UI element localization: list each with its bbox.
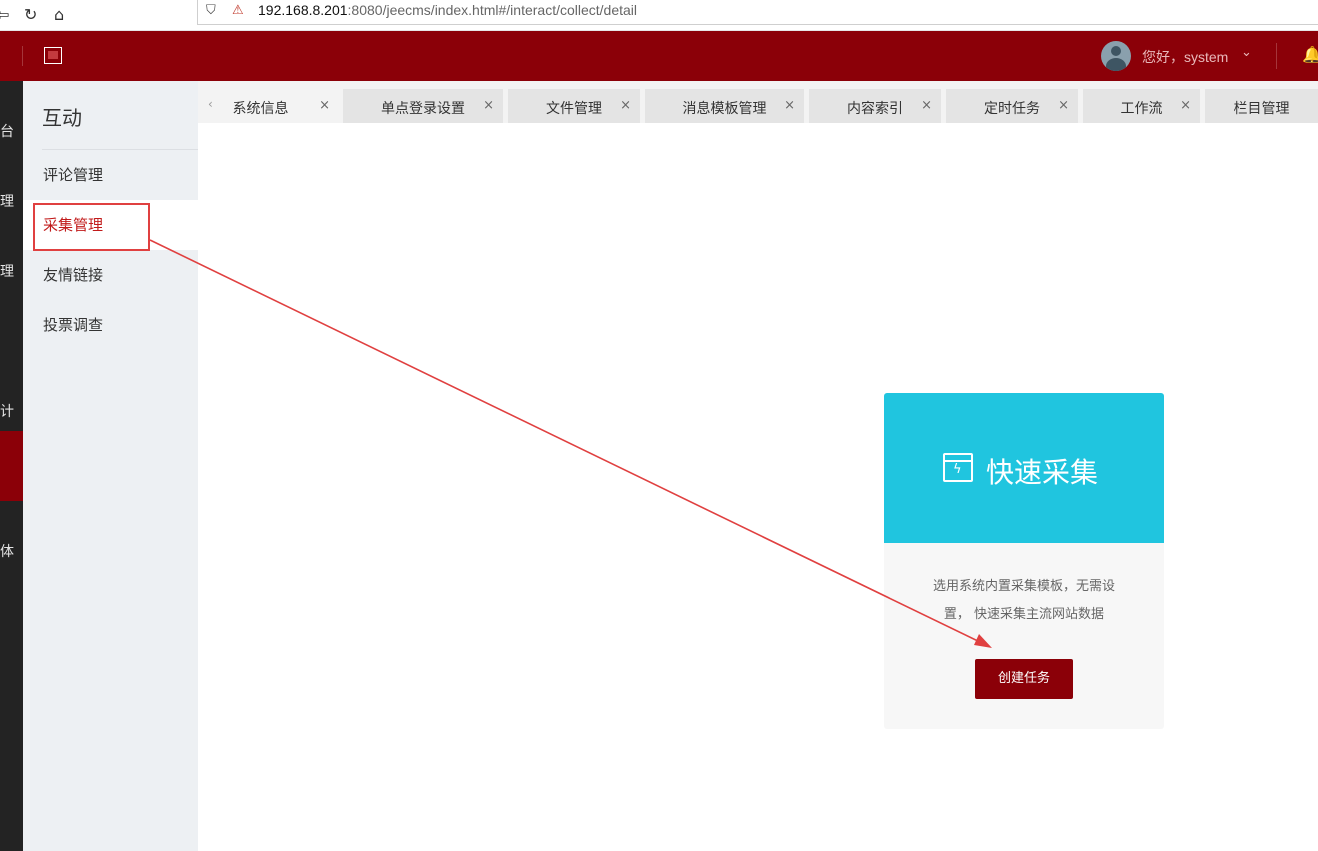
- tab-label: 单点登录设置: [381, 101, 465, 117]
- close-icon[interactable]: ×: [620, 98, 631, 113]
- reload-icon[interactable]: ↻: [24, 6, 37, 24]
- tab-system-info[interactable]: 系统信息 ×: [226, 89, 339, 123]
- quick-collect-icon: ϟ: [943, 453, 973, 482]
- home-icon[interactable]: ⌂: [54, 6, 64, 24]
- main-nav-item-active[interactable]: [0, 431, 23, 501]
- url-host: 192.168.8.201: [258, 2, 348, 18]
- header-divider: [22, 46, 23, 66]
- tab-label: 系统信息: [232, 101, 289, 117]
- url-text[interactable]: 192.168.8.201:8080/jeecms/index.html#/in…: [258, 2, 637, 18]
- tab-column-manage[interactable]: 栏目管理: [1205, 89, 1318, 123]
- close-icon[interactable]: ×: [1058, 98, 1069, 113]
- main-nav-item-2[interactable]: 理: [0, 191, 23, 211]
- tab-message-template[interactable]: 消息模板管理 ×: [645, 89, 804, 123]
- bell-icon[interactable]: 🔔: [1302, 45, 1318, 64]
- quick-collect-card: ϟ 快速采集 选用系统内置采集模板，无需设 置， 快速采集主流网站数据 创建任务: [884, 393, 1164, 729]
- card-title: 快速采集: [986, 456, 1099, 489]
- main-nav-item-4[interactable]: 计: [0, 401, 23, 421]
- browser-toolbar: ⇦ ↻ ⌂ ⛉ ⚠ 192.168.8.201:8080/jeecms/inde…: [0, 0, 1318, 31]
- header-divider-right: [1276, 43, 1277, 69]
- card-description: 选用系统内置采集模板，无需设 置， 快速采集主流网站数据: [918, 573, 1130, 629]
- sub-sidebar-title: 互动: [42, 106, 82, 130]
- sidebar-item-comments[interactable]: 评论管理: [23, 150, 198, 200]
- close-icon[interactable]: ×: [921, 98, 932, 113]
- tab-file-manage[interactable]: 文件管理 ×: [508, 89, 640, 123]
- close-icon[interactable]: ×: [784, 98, 795, 113]
- main-nav-item-3[interactable]: 理: [0, 261, 23, 281]
- card-desc-line2: 置， 快速采集主流网站数据: [943, 607, 1105, 622]
- back-icon[interactable]: ⇦: [0, 6, 9, 24]
- close-icon[interactable]: ×: [483, 98, 494, 113]
- main-nav-collapsed: 台 理 理 计 体: [0, 81, 23, 851]
- url-path: :8080/jeecms/index.html#/interact/collec…: [347, 2, 638, 18]
- sidebar-item-vote[interactable]: 投票调查: [23, 300, 198, 350]
- card-desc-line1: 选用系统内置采集模板，无需设: [932, 579, 1115, 594]
- sidebar-item-links[interactable]: 友情链接: [23, 250, 198, 300]
- close-icon[interactable]: ×: [319, 98, 330, 113]
- tab-workflow[interactable]: 工作流 ×: [1083, 89, 1200, 123]
- tab-label: 栏目管理: [1233, 101, 1290, 117]
- create-task-button[interactable]: 创建任务: [975, 659, 1073, 699]
- annotation-highlight-box: [33, 203, 150, 251]
- avatar[interactable]: [1101, 41, 1131, 71]
- top-header: 您好，system ⌄ 🔔: [0, 31, 1318, 81]
- shield-icon[interactable]: ⛉: [206, 3, 216, 18]
- close-icon[interactable]: ×: [1180, 98, 1191, 113]
- tab-bar: ‹ 系统信息 × 单点登录设置 × 文件管理 × 消息模板管理 × 内容索引 ×…: [198, 81, 1318, 123]
- sub-sidebar: 互动 评论管理 采集管理 友情链接 投票调查: [23, 81, 198, 851]
- logo-icon[interactable]: [44, 47, 62, 64]
- chevron-down-icon[interactable]: ⌄: [1241, 45, 1252, 60]
- chevron-left-icon[interactable]: ‹: [208, 97, 213, 111]
- card-header: ϟ 快速采集: [884, 393, 1164, 543]
- address-bar[interactable]: ⛉ ⚠ 192.168.8.201:8080/jeecms/index.html…: [197, 0, 1318, 25]
- tab-scheduled-task[interactable]: 定时任务 ×: [946, 89, 1078, 123]
- tab-content-index[interactable]: 内容索引 ×: [809, 89, 941, 123]
- main-nav-item-1[interactable]: 台: [0, 121, 23, 141]
- user-greeting[interactable]: 您好，system: [1142, 47, 1228, 67]
- tab-label: 消息模板管理: [682, 101, 767, 117]
- insecure-lock-icon[interactable]: ⚠: [232, 3, 244, 18]
- main-nav-item-5[interactable]: 体: [0, 541, 23, 561]
- tab-sso-settings[interactable]: 单点登录设置 ×: [343, 89, 503, 123]
